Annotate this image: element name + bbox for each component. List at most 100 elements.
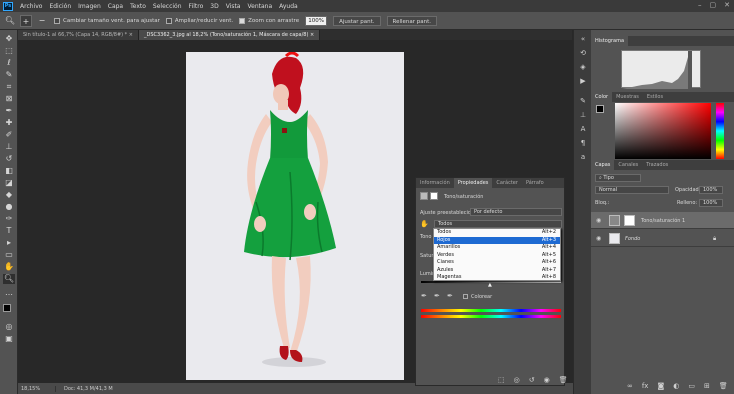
clone-source-icon[interactable]: ⊥ [578, 110, 588, 120]
tab-dsc3362[interactable]: _DSC3362_3.jpg al 18,2% (Tono/saturación… [138, 30, 321, 40]
layer-row[interactable]: ◉ Tono/saturación 1 [591, 212, 734, 229]
history-icon[interactable]: ⟲ [578, 48, 588, 58]
shape-tool-icon[interactable]: ▭ [3, 250, 15, 260]
menu-vista[interactable]: Vista [226, 3, 241, 10]
link-icon[interactable]: ∞ [627, 382, 633, 390]
document-image[interactable] [186, 52, 404, 380]
zoom-tool-icon[interactable]: 🔍︎ [4, 15, 16, 27]
fx-icon[interactable]: fx [642, 382, 649, 390]
blend-mode-select[interactable]: Normal [595, 186, 669, 194]
zoom-all-checkbox[interactable] [165, 17, 172, 24]
type-tool-icon[interactable]: T [3, 226, 15, 236]
delete-adjustment-icon[interactable]: 🗑︎ [559, 376, 568, 384]
tab-parrafo[interactable]: Párrafo [522, 178, 548, 188]
fill-field[interactable]: 100% [699, 199, 723, 207]
trash-icon[interactable]: 🗑︎ [719, 382, 728, 390]
color-fg-swatch[interactable] [596, 105, 604, 113]
tab-propiedades[interactable]: Propiedades [453, 178, 493, 188]
zoom-level[interactable]: 18,15% [18, 385, 56, 392]
dropdown-option-magentas[interactable]: Magentas Alt+8 [434, 274, 560, 282]
menu-texto[interactable]: Texto [130, 3, 146, 10]
dropdown-option-verdes[interactable]: Verdes Alt+5 [434, 252, 560, 260]
hand-tool-icon[interactable]: ✋ [3, 262, 15, 272]
tab-color[interactable]: Color [591, 92, 613, 102]
marquee-tool-icon[interactable]: ⬚ [3, 46, 15, 56]
opacity-field[interactable]: 100% [699, 186, 723, 194]
zoom-percent-field[interactable]: 100% [305, 15, 328, 26]
colorize-checkbox[interactable] [463, 294, 468, 299]
view-previous-icon[interactable]: ◎ [514, 376, 520, 384]
actions-icon[interactable]: ▶ [578, 76, 588, 86]
zoom-in-icon[interactable]: + [20, 14, 32, 27]
mask-icon[interactable]: ◙ [657, 382, 664, 390]
resize-windows-checkbox[interactable] [54, 17, 60, 24]
menu-ayuda[interactable]: Ayuda [279, 3, 298, 10]
folder-icon[interactable]: ▭ [688, 382, 695, 390]
menu-ventana[interactable]: Ventana [247, 3, 272, 10]
tab-histograma[interactable]: Histograma [591, 36, 629, 46]
range-select[interactable]: Todos [434, 220, 562, 228]
visibility-eye-icon[interactable]: ◉ [596, 217, 601, 224]
lightness-slider-thumb[interactable]: ▲ [488, 282, 492, 288]
tab-informacion[interactable]: Información [416, 178, 454, 188]
clone-stamp-tool-icon[interactable]: ⊥ [3, 142, 15, 152]
move-tool-icon[interactable]: ✥ [3, 34, 15, 44]
crop-tool-icon[interactable]: ⌗ [3, 82, 15, 92]
reset-icon[interactable]: ↺ [529, 376, 535, 384]
preset-select[interactable]: Por defecto [470, 208, 562, 216]
tab-trazados[interactable]: Trazados [642, 160, 672, 170]
brush-settings-icon[interactable]: ✎ [578, 96, 588, 106]
quick-mask-icon[interactable]: ◎ [3, 322, 15, 332]
zoom-out-icon[interactable]: − [36, 15, 48, 27]
scrubby-zoom-checkbox[interactable] [239, 17, 246, 24]
menu-archivo[interactable]: Archivo [20, 3, 42, 10]
tab-capas[interactable]: Capas [591, 160, 615, 170]
menu-imagen[interactable]: Imagen [78, 3, 101, 10]
zoom-tool-icon[interactable]: 🔍︎ [3, 274, 15, 284]
clip-to-layer-icon[interactable]: ⬚ [498, 376, 505, 384]
eyedropper-plus-icon[interactable]: ✒ [434, 292, 440, 300]
menu-capa[interactable]: Capa [108, 3, 123, 10]
more-tools-icon[interactable]: … [3, 288, 15, 298]
eyedropper-tool-icon[interactable]: ✒ [3, 106, 15, 116]
collapse-icon[interactable]: « [578, 34, 588, 44]
adjustment-icon[interactable]: ◐ [673, 382, 679, 390]
pen-tool-icon[interactable]: ✑ [3, 214, 15, 224]
tab-canales[interactable]: Canales [614, 160, 642, 170]
tab-estilos[interactable]: Estilos [643, 92, 667, 102]
hand-adjust-icon[interactable]: ✋ [420, 220, 429, 228]
screen-mode-icon[interactable]: ▣ [3, 334, 15, 344]
tab-muestras[interactable]: Muestras [612, 92, 643, 102]
hue-slider[interactable] [716, 103, 724, 159]
frame-tool-icon[interactable]: ⊠ [3, 94, 15, 104]
fill-screen-button[interactable]: Rellenar pant. [386, 15, 438, 26]
visibility-eye-icon[interactable]: ◉ [596, 235, 601, 242]
lasso-tool-icon[interactable]: ℓ [3, 58, 15, 68]
paragraph-icon[interactable]: ¶ [578, 138, 588, 148]
dropdown-option-todos[interactable]: Todos Alt+2 [434, 229, 560, 237]
quick-select-tool-icon[interactable]: ✎ [3, 70, 15, 80]
brush-tool-icon[interactable]: ✐ [3, 130, 15, 140]
menu-seleccion[interactable]: Selección [153, 3, 182, 10]
visibility-icon[interactable]: ◉ [544, 376, 550, 384]
tab-sin-titulo[interactable]: Sin título-1 al 66,7% (Capa 14, RGB/8#) … [18, 30, 139, 40]
blur-tool-icon[interactable]: ◆ [3, 190, 15, 200]
dropdown-option-amarillos[interactable]: Amarillos Alt+4 [434, 244, 560, 252]
mask-mode-icon[interactable] [430, 192, 438, 200]
healing-tool-icon[interactable]: ✚ [3, 118, 15, 128]
layer-row[interactable]: ◉ Fondo 🔒︎ [591, 230, 734, 247]
foreground-color-swatch[interactable] [3, 304, 11, 312]
close-button[interactable]: ✕ [724, 1, 730, 9]
minimize-button[interactable]: – [698, 1, 702, 9]
menu-filtro[interactable]: Filtro [189, 3, 204, 10]
dropdown-option-rojos[interactable]: Rojos Alt+3 [434, 236, 560, 244]
glyphs-icon[interactable]: a [578, 152, 588, 162]
eraser-tool-icon[interactable]: ◧ [3, 166, 15, 176]
character-icon[interactable]: A [578, 124, 588, 134]
menu-3d[interactable]: 3D [210, 3, 218, 10]
layer-mask-thumb[interactable] [624, 215, 635, 226]
dodge-tool-icon[interactable]: ● [3, 202, 15, 212]
new-layer-icon[interactable]: ⊞ [704, 382, 710, 390]
layer-comps-icon[interactable]: ◈ [578, 62, 588, 72]
maximize-button[interactable]: ▢ [710, 1, 717, 9]
